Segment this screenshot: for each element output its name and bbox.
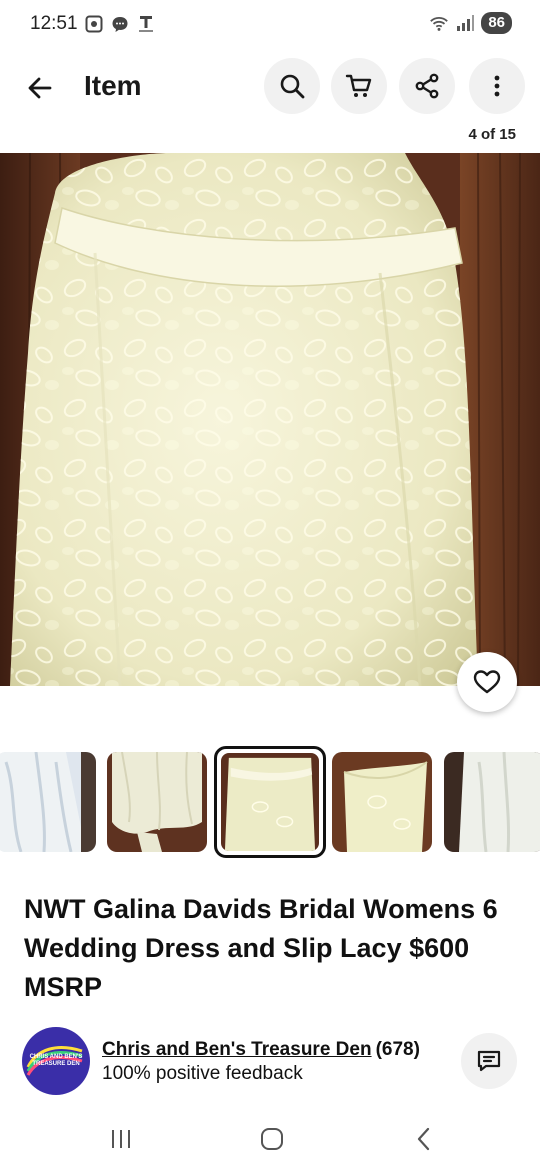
recent-apps-button[interactable] [103,1124,139,1154]
status-bar: 12:51 86 [0,0,540,50]
screenshot-icon [84,14,104,34]
seller-name-link[interactable]: Chris and Ben's Treasure Den [102,1039,372,1060]
system-back-button[interactable] [406,1124,442,1154]
thumbnail-2[interactable] [107,752,207,852]
thumbnail-3-selected[interactable] [214,746,326,858]
app-bar: Item [0,58,540,116]
signal-icon [455,13,475,33]
share-button[interactable] [399,58,455,114]
t-mobile-icon [136,14,156,34]
cart-icon [345,74,372,97]
recent-apps-icon [112,1130,130,1148]
home-button[interactable] [254,1124,290,1154]
page-title: Item [84,70,142,101]
thumbnail-4[interactable] [332,752,432,852]
thumbnail-5[interactable] [444,752,540,852]
watchlist-button[interactable] [457,652,517,712]
seller-avatar[interactable]: CHRIS AND BEN'S TREASURE DEN [22,1027,90,1095]
status-right-icons: 86 [429,12,512,34]
chat-bubble-icon [110,14,130,34]
share-icon [415,73,439,99]
search-icon [280,74,305,99]
seller-feedback-count: (678) [375,1039,420,1060]
more-vertical-icon [494,75,500,97]
seller-name-row: Chris and Ben's Treasure Den (678) [102,1039,420,1061]
message-icon [477,1050,501,1072]
search-button[interactable] [264,58,320,114]
avatar-logo-text: CHRIS AND BEN'S TREASURE DEN [29,1054,83,1067]
home-icon [261,1128,283,1150]
wifi-icon [429,13,449,33]
status-time: 12:51 [30,13,78,34]
chevron-left-icon [417,1127,430,1151]
battery-indicator: 86 [481,12,512,34]
main-item-image[interactable] [0,153,540,686]
contact-seller-button[interactable] [461,1033,517,1089]
back-button[interactable] [20,68,60,108]
system-nav-bar [0,1110,540,1170]
heart-icon [473,670,501,694]
thumbnail-strip [0,746,540,858]
thumbnail-1[interactable] [0,752,96,852]
seller-info: CHRIS AND BEN'S TREASURE DEN Chris and B… [22,1027,522,1097]
item-title: NWT Galina Davids Bridal Womens 6 Weddin… [24,894,498,1002]
image-counter: 4 of 15 [468,126,516,139]
seller-feedback: 100% positive feedback [102,1063,303,1084]
arrow-left-icon [28,77,52,99]
more-options-button[interactable] [469,58,525,114]
cart-button[interactable] [331,58,387,114]
status-left-icons [84,14,156,34]
